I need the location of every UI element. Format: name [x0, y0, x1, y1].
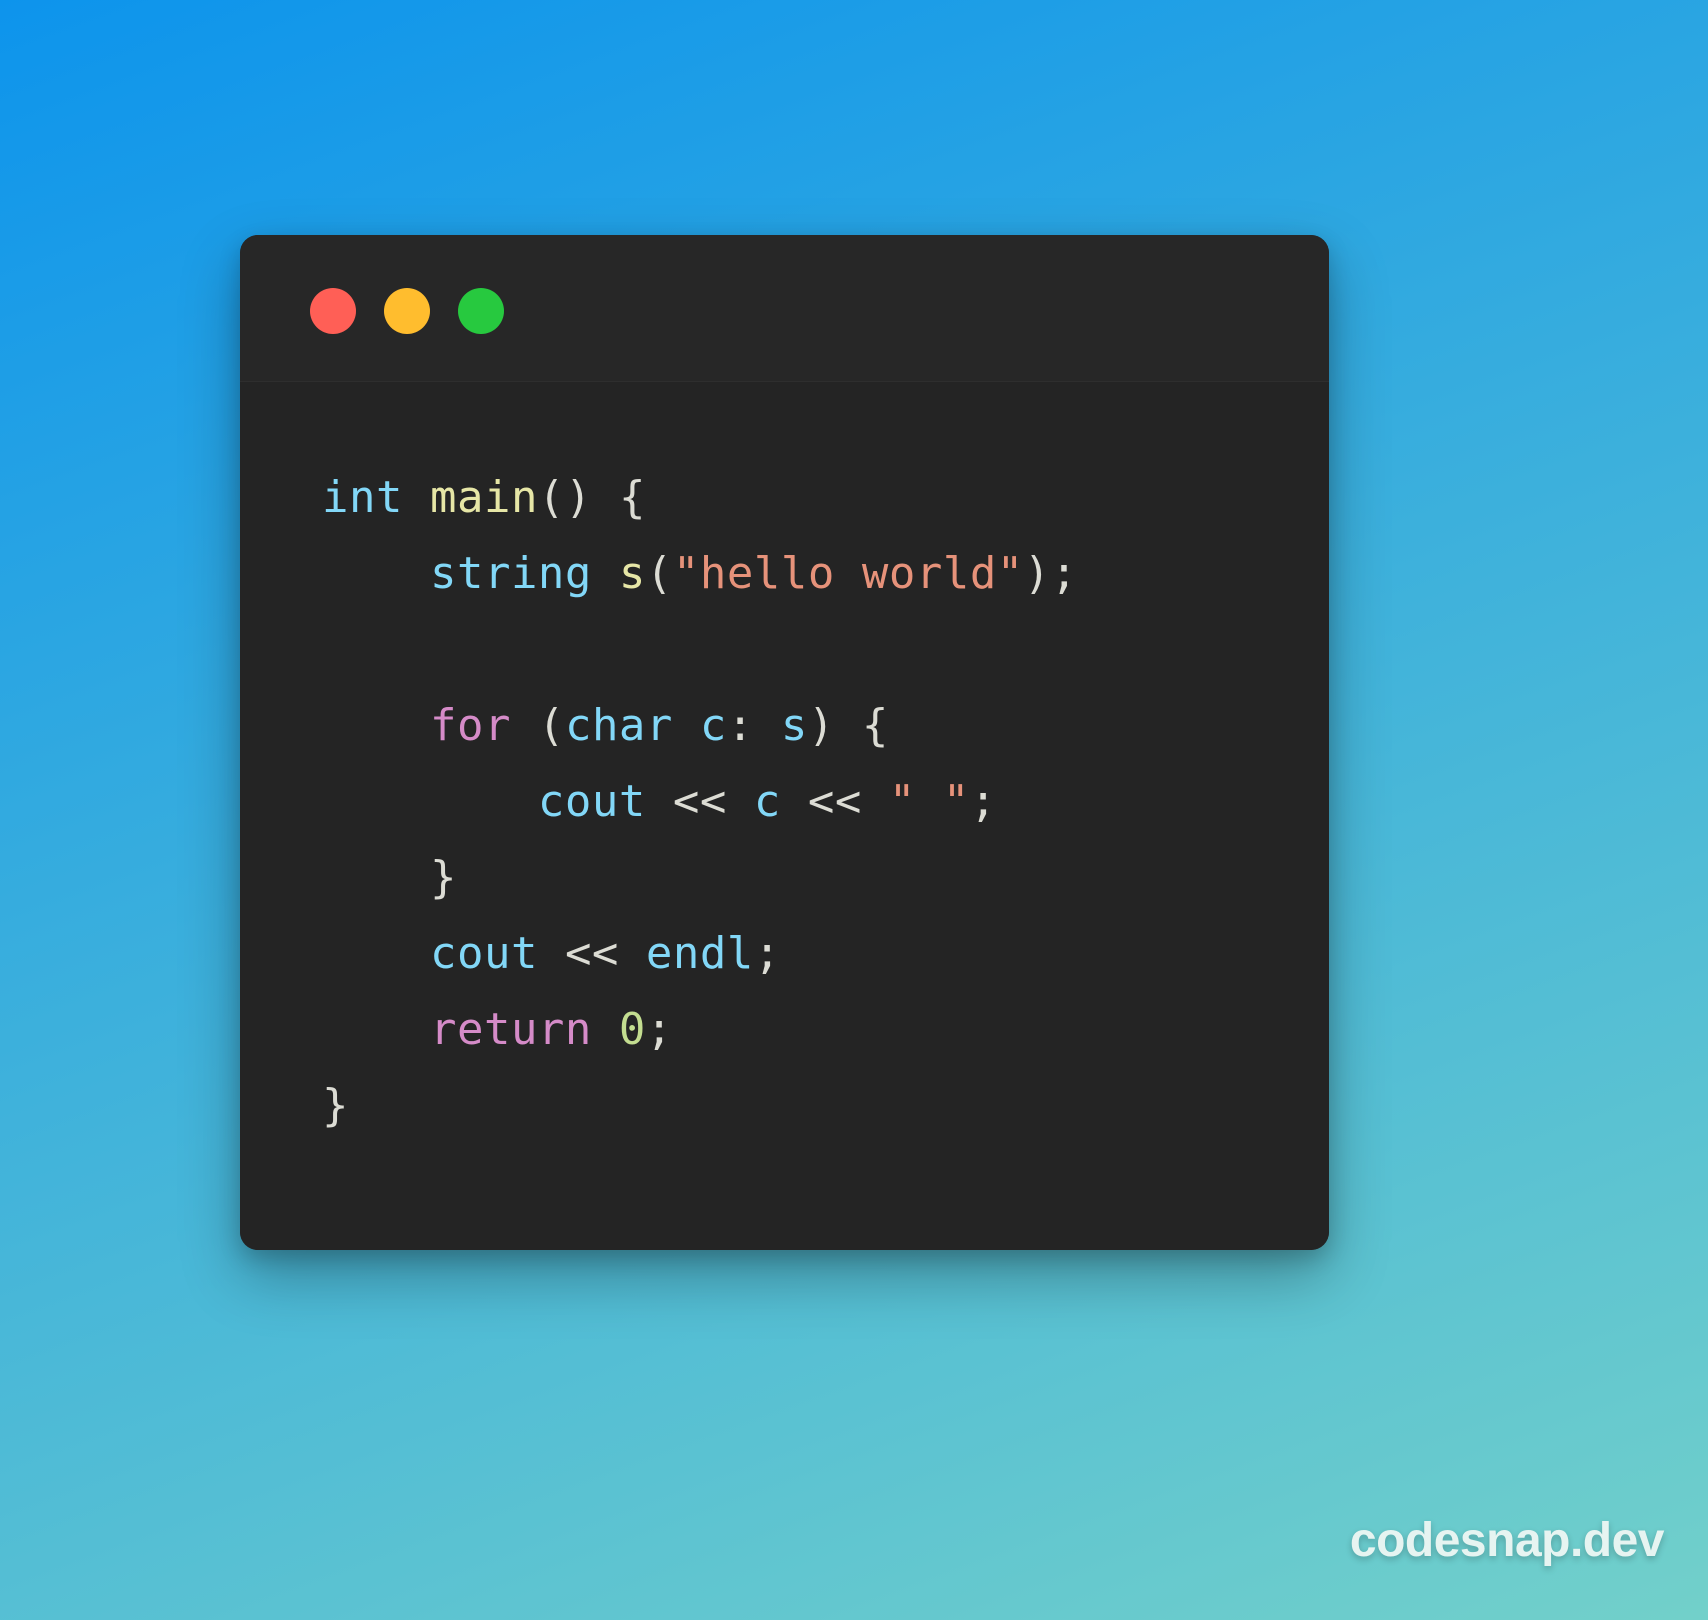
- code-token: 0: [618, 1004, 646, 1055]
- code-token: (): [537, 472, 592, 523]
- code-token: }: [322, 1080, 349, 1131]
- window-titlebar: [240, 235, 1329, 382]
- traffic-light-group: [310, 288, 504, 334]
- code-token: ): [1023, 548, 1051, 599]
- code-line: return 0;: [322, 992, 1329, 1068]
- code-line: cout << c << " ";: [322, 764, 1329, 840]
- code-token: {: [618, 472, 646, 523]
- code-area: int main() { string s("hello world"); fo…: [240, 382, 1329, 1250]
- code-token: (: [645, 548, 673, 599]
- code-token: ;: [969, 776, 997, 827]
- code-token: for: [429, 700, 511, 751]
- code-token: :: [726, 700, 754, 751]
- code-block[interactable]: int main() { string s("hello world"); fo…: [240, 460, 1329, 1144]
- code-token: c: [753, 776, 781, 827]
- code-line: string s("hello world");: [322, 536, 1329, 612]
- code-token: {: [861, 700, 889, 751]
- code-window: int main() { string s("hello world"); fo…: [240, 235, 1329, 1250]
- code-token: s: [780, 700, 808, 751]
- code-token: char: [564, 700, 673, 751]
- code-line: }: [322, 840, 1329, 916]
- code-line: cout << endl;: [322, 916, 1329, 992]
- code-line: for (char c: s) {: [322, 688, 1329, 764]
- code-token: int: [322, 472, 403, 523]
- code-token: ;: [1050, 548, 1078, 599]
- code-token: string: [429, 548, 592, 599]
- code-token: "hello world": [672, 548, 1024, 599]
- code-token: s: [618, 548, 646, 599]
- code-token: ;: [753, 928, 781, 979]
- code-token: cout: [429, 928, 538, 979]
- code-token: ): [807, 700, 835, 751]
- codesnap-watermark: codesnap.dev: [1349, 1514, 1665, 1567]
- code-token: <<: [564, 928, 619, 979]
- code-token: main: [429, 472, 538, 523]
- code-token: <<: [807, 776, 862, 827]
- code-line: int main() {: [322, 460, 1329, 536]
- minimize-button-icon[interactable]: [384, 288, 430, 334]
- code-token: ;: [645, 1004, 673, 1055]
- code-line: }: [322, 1068, 1329, 1144]
- maximize-button-icon[interactable]: [458, 288, 504, 334]
- code-token: <<: [672, 776, 727, 827]
- close-button-icon[interactable]: [310, 288, 356, 334]
- code-token: endl: [645, 928, 754, 979]
- code-token: " ": [888, 776, 970, 827]
- snapshot-canvas: int main() { string s("hello world"); fo…: [0, 0, 1708, 1620]
- code-token: (: [537, 700, 565, 751]
- code-token: return: [429, 1004, 592, 1055]
- code-token: c: [699, 700, 727, 751]
- code-token: cout: [537, 776, 646, 827]
- code-token: }: [429, 852, 457, 903]
